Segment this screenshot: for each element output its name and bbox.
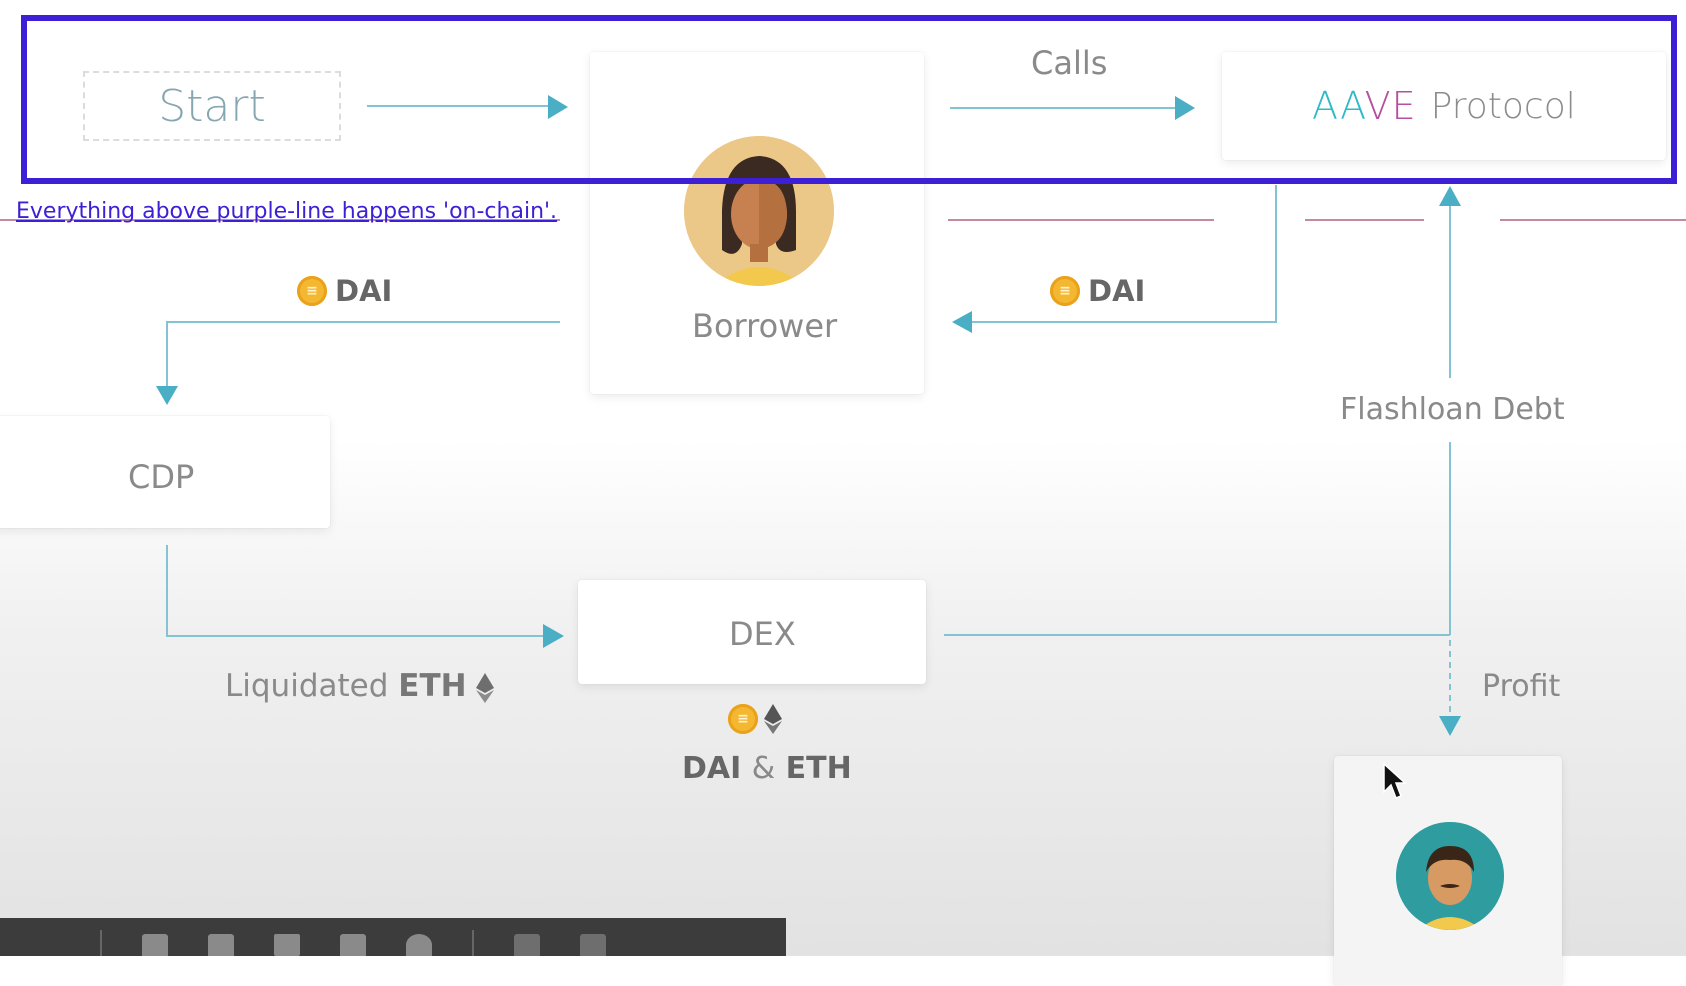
dex-output-eth: ETH [785, 751, 852, 786]
cdp-label: CDP [128, 458, 195, 496]
on-chain-note: Everything above purple-line happens 'on… [16, 199, 558, 224]
dex-output-dai: DAI [682, 751, 742, 786]
arrow-profit [1439, 716, 1461, 736]
flash-icon[interactable] [274, 934, 300, 956]
mouse-cursor-icon [1383, 762, 1407, 799]
dai-coin-icon: ≡ [728, 704, 758, 734]
eth-icon [476, 672, 495, 703]
dex-output-icons: ≡ [728, 704, 782, 734]
settings-icon[interactable] [580, 934, 606, 956]
arrow-dai-to-cdp [156, 386, 178, 405]
info-icon[interactable] [406, 934, 432, 956]
fullscreen-icon[interactable] [514, 934, 540, 956]
dai-to-cdp-label: ≡ DAI [297, 274, 392, 308]
flashloan-diagram: Start Calls AAVE Protocol Borrower ≡ DAI… [0, 0, 1686, 986]
dai-loan-label: ≡ DAI [1050, 274, 1145, 308]
dai-coin-icon: ≡ [297, 276, 327, 306]
liquidated-eth-label: Liquidated ETH [225, 668, 495, 704]
dex-output-label: DAI & ETH [682, 751, 852, 786]
dai-right-text: DAI [1088, 274, 1146, 308]
dai-left-text: DAI [335, 274, 393, 308]
recipient-avatar [1396, 822, 1504, 930]
dai-coin-icon: ≡ [1050, 276, 1080, 306]
borrower-label: Borrower [692, 307, 838, 345]
arrow-debt-to-aave [1439, 186, 1461, 206]
player-toolbar[interactable] [0, 918, 786, 956]
eth-icon [764, 704, 782, 734]
liquidated-prefix: Liquidated [225, 668, 389, 704]
flashloan-debt-label: Flashloan Debt [1340, 392, 1565, 427]
arrow-dai-to-borrower [952, 311, 972, 333]
recipient-face-icon [1396, 822, 1504, 930]
dex-output-amp: & [751, 751, 776, 786]
captions-icon[interactable] [340, 934, 366, 956]
dex-label: DEX [729, 615, 796, 653]
copy-icon[interactable] [142, 934, 168, 956]
notes-icon[interactable] [208, 934, 234, 956]
dai-to-cdp-wire [166, 321, 560, 386]
arrow-to-dex [543, 624, 564, 648]
cdp-to-dex-wire [166, 545, 543, 637]
toolbar-separator [100, 930, 102, 956]
toolbar-separator [472, 930, 474, 956]
profit-label: Profit [1482, 669, 1561, 704]
liquidated-token: ETH [398, 668, 467, 704]
on-chain-frame [21, 15, 1677, 184]
